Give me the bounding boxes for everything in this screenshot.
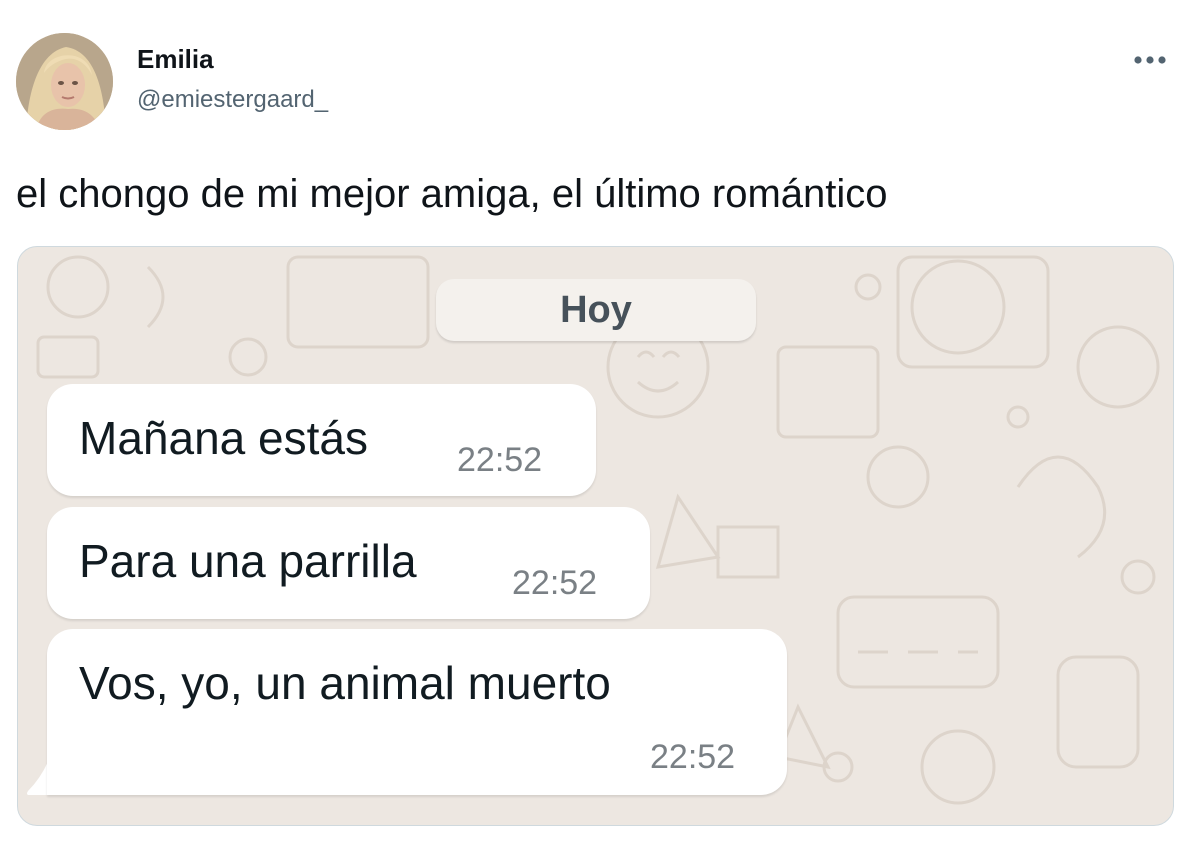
- tweet-text: el chongo de mi mejor amiga, el último r…: [16, 172, 888, 216]
- more-horizontal-icon: [1134, 56, 1166, 64]
- message-timestamp: 22:52: [457, 441, 543, 479]
- message-bubble[interactable]: Mañana estás 22:52: [47, 384, 596, 496]
- tweet-media-image[interactable]: Hoy Mañana estás 22:52 Para una parrilla…: [17, 246, 1174, 826]
- message-text: Vos, yo, un animal muerto: [79, 657, 611, 709]
- message-timestamp: 22:52: [650, 738, 736, 776]
- author-avatar[interactable]: [16, 33, 113, 130]
- author-handle[interactable]: @emiestergaard_: [137, 84, 328, 116]
- message-bubble[interactable]: Vos, yo, un animal muerto 22:52: [47, 629, 787, 795]
- author-name[interactable]: Emilia: [137, 42, 214, 76]
- message-text: Mañana estás: [79, 412, 368, 464]
- message-text: Para una parrilla: [79, 535, 417, 587]
- more-options-button[interactable]: [1130, 40, 1170, 80]
- message-timestamp: 22:52: [512, 564, 598, 602]
- message-bubble[interactable]: Para una parrilla 22:52: [47, 507, 650, 619]
- chat-date-divider: Hoy: [436, 279, 756, 341]
- avatar-photo: [16, 33, 113, 130]
